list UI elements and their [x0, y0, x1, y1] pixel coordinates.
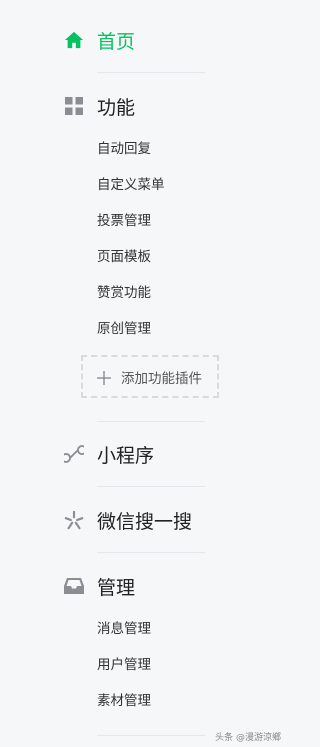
nav-features[interactable]: 功能	[64, 92, 135, 120]
sidebar-item-reward[interactable]: 赞赏功能	[97, 284, 151, 302]
search-star-icon	[64, 510, 84, 530]
plus-icon	[97, 370, 111, 385]
sidebar-item-page-template[interactable]: 页面模板	[97, 248, 151, 266]
nav-home-label: 首页	[97, 30, 136, 53]
home-icon	[64, 30, 84, 50]
sidebar-nav: 首页 功能 自动回复 自定义菜单 投票管理 页面模板 赞赏功能 原创管理 添加功…	[0, 0, 289, 747]
nav-management[interactable]: 管理	[64, 572, 135, 600]
divider	[97, 486, 205, 487]
sidebar-item-original-management[interactable]: 原创管理	[97, 320, 151, 338]
grid-icon	[64, 96, 84, 116]
watermark: 头条 @漫游涼鄉	[215, 733, 281, 743]
add-plugin-label: 添加功能插件	[121, 370, 202, 387]
nav-wechat-search[interactable]: 微信搜一搜	[64, 506, 192, 534]
inbox-icon	[64, 576, 84, 596]
divider	[97, 552, 205, 553]
sidebar-item-vote-management[interactable]: 投票管理	[97, 212, 151, 230]
nav-mini-program[interactable]: 小程序	[64, 440, 154, 468]
sidebar-item-material-management[interactable]: 素材管理	[97, 692, 151, 710]
divider	[97, 421, 205, 422]
nav-management-label: 管理	[97, 576, 136, 599]
sidebar-item-user-management[interactable]: 用户管理	[97, 656, 151, 674]
divider	[97, 72, 205, 73]
nav-wechat-search-label: 微信搜一搜	[97, 510, 193, 533]
mini-program-icon	[64, 444, 84, 464]
nav-mini-program-label: 小程序	[97, 444, 155, 467]
nav-features-label: 功能	[97, 96, 136, 119]
add-plugin-button[interactable]: 添加功能插件	[81, 355, 219, 398]
sidebar-item-message-management[interactable]: 消息管理	[97, 620, 151, 638]
sidebar-item-custom-menu[interactable]: 自定义菜单	[97, 176, 165, 194]
divider	[97, 735, 205, 736]
nav-home[interactable]: 首页	[64, 26, 135, 54]
sidebar-item-auto-reply[interactable]: 自动回复	[97, 140, 151, 158]
